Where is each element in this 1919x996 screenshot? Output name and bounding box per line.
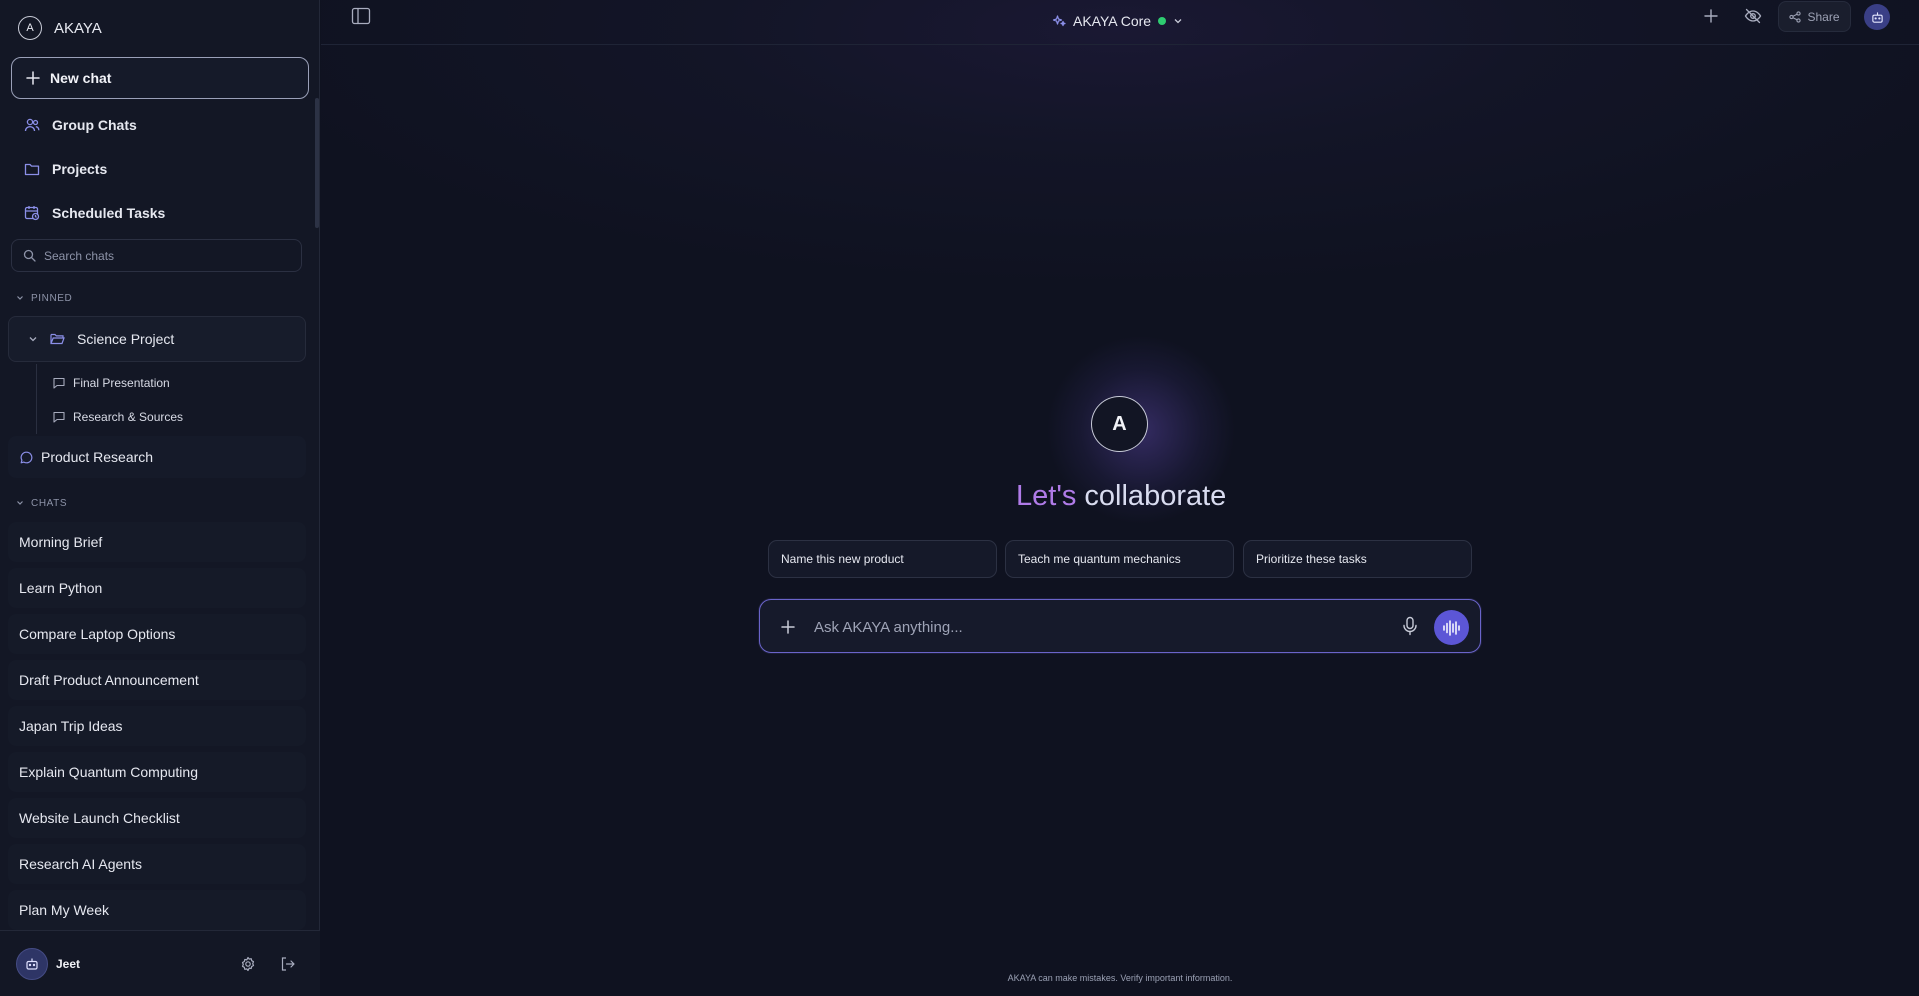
suggestion-chip[interactable]: Prioritize these tasks [1243, 540, 1472, 578]
audio-waveform-icon [1442, 619, 1462, 637]
sidebar-footer: Jeet [0, 930, 320, 996]
voice-mode-button[interactable] [1434, 610, 1469, 645]
share-icon [1789, 10, 1802, 23]
chat-label: Morning Brief [19, 534, 103, 550]
sidebar-item-label: Group Chats [52, 117, 137, 133]
share-label: Share [1807, 9, 1840, 24]
brand-name: AKAYA [54, 19, 102, 37]
chats-section-label: CHATS [31, 497, 68, 509]
model-selector[interactable]: AKAYA Core [1052, 10, 1183, 32]
status-dot [1158, 17, 1167, 25]
message-icon [53, 411, 65, 423]
folder-open-icon [50, 332, 65, 346]
hero-logo: A [1091, 396, 1148, 452]
new-chat-label: New chat [50, 70, 112, 86]
message-input[interactable] [814, 615, 1394, 639]
pinned-section-label: PINNED [31, 292, 73, 304]
chat-label: Website Launch Checklist [19, 810, 180, 826]
gear-icon[interactable] [240, 956, 256, 972]
chat-label: Japan Trip Ideas [19, 718, 123, 734]
hero-title: Let's collaborate [1016, 480, 1227, 520]
search-input[interactable] [44, 248, 284, 263]
main-area: AKAYA Core Share A Let's collaborate Nam… [321, 0, 1919, 996]
folder-chat-label: Final Presentation [73, 376, 170, 390]
chats-section-toggle[interactable]: CHATS [16, 496, 67, 510]
folder-icon [24, 161, 40, 177]
chat-list-item[interactable]: Plan My Week [8, 890, 306, 930]
sidebar-item-group-chats[interactable]: Group Chats [16, 109, 306, 141]
chat-list-item[interactable]: Draft Product Announcement [8, 660, 306, 700]
attach-plus-icon[interactable] [778, 617, 798, 637]
chevron-down-icon [16, 294, 24, 302]
chat-list-item[interactable]: Japan Trip Ideas [8, 706, 306, 746]
chat-list-item[interactable]: Compare Laptop Options [8, 614, 306, 654]
chevron-down-icon [16, 499, 24, 507]
chevron-down-icon[interactable] [28, 334, 38, 344]
chat-label: Research AI Agents [19, 856, 142, 872]
sidebar-item-projects[interactable]: Projects [16, 153, 306, 185]
microphone-icon[interactable] [1401, 616, 1421, 638]
chat-label: Compare Laptop Options [19, 626, 176, 642]
new-chat-button[interactable]: New chat [11, 57, 309, 99]
plus-icon[interactable] [1702, 7, 1720, 25]
suggestion-label: Prioritize these tasks [1256, 552, 1367, 566]
brand[interactable]: A AKAYA [18, 15, 102, 41]
search-icon [23, 249, 36, 262]
bot-icon [25, 957, 39, 971]
suggestion-chip[interactable]: Name this new product [768, 540, 997, 578]
sidebar: A AKAYA New chat Group Chats Projects Sc… [0, 0, 320, 996]
chat-list-item[interactable]: Website Launch Checklist [8, 798, 306, 838]
calendar-clock-icon [24, 205, 40, 221]
folder-label: Science Project [77, 331, 175, 347]
chat-list-item[interactable]: Research AI Agents [8, 844, 306, 884]
message-composer [759, 599, 1481, 653]
disclaimer: AKAYA can make mistakes. Verify importan… [1007, 973, 1233, 983]
avatar[interactable] [16, 948, 48, 980]
sidebar-toggle-icon[interactable] [351, 7, 373, 27]
user-name: Jeet [56, 957, 81, 971]
chat-label: Learn Python [19, 580, 103, 596]
eye-off-icon[interactable] [1744, 7, 1762, 25]
pinned-section-toggle[interactable]: PINNED [16, 291, 72, 305]
folder-chat-item[interactable]: Research & Sources [53, 404, 183, 430]
sidebar-item-label: Scheduled Tasks [52, 205, 166, 221]
chat-list-item[interactable]: Explain Quantum Computing [8, 752, 306, 792]
folder-chat-item[interactable]: Final Presentation [53, 370, 170, 396]
chat-label: Draft Product Announcement [19, 672, 199, 688]
chat-label: Explain Quantum Computing [19, 764, 198, 780]
sidebar-scrollbar[interactable] [315, 98, 319, 228]
message-icon [53, 377, 65, 389]
users-icon [24, 117, 40, 133]
suggestion-chip[interactable]: Teach me quantum mechanics [1005, 540, 1234, 578]
search-chats [11, 239, 302, 272]
avatar[interactable] [1864, 4, 1890, 30]
bot-icon [1871, 11, 1884, 24]
chevron-down-icon [1173, 16, 1183, 26]
model-name: AKAYA Core [1073, 13, 1152, 29]
share-button[interactable]: Share [1778, 1, 1851, 32]
suggestion-label: Name this new product [781, 552, 904, 566]
pinned-chat-item[interactable]: Product Research [8, 436, 306, 478]
logout-icon[interactable] [280, 956, 296, 972]
sidebar-item-label: Projects [52, 161, 108, 177]
hero-title-part1: Let's [1016, 480, 1077, 512]
sparkles-icon [1052, 14, 1066, 28]
hero-title-part2: collaborate [1084, 480, 1227, 512]
chat-list-item[interactable]: Morning Brief [8, 522, 306, 562]
chat-bubble-icon [20, 451, 33, 464]
suggestion-label: Teach me quantum mechanics [1018, 552, 1181, 566]
top-bar: AKAYA Core Share [321, 0, 1919, 45]
chat-list-item[interactable]: Learn Python [8, 568, 306, 608]
chat-label: Plan My Week [19, 902, 109, 918]
sidebar-item-scheduled-tasks[interactable]: Scheduled Tasks [16, 197, 306, 229]
brand-logo-icon: A [18, 16, 42, 40]
plus-icon [26, 71, 40, 85]
folder-chat-label: Research & Sources [73, 410, 184, 424]
pinned-folder-science-project[interactable]: Science Project [8, 316, 306, 362]
pinned-chat-label: Product Research [41, 449, 154, 465]
folder-tree-line [36, 364, 37, 434]
